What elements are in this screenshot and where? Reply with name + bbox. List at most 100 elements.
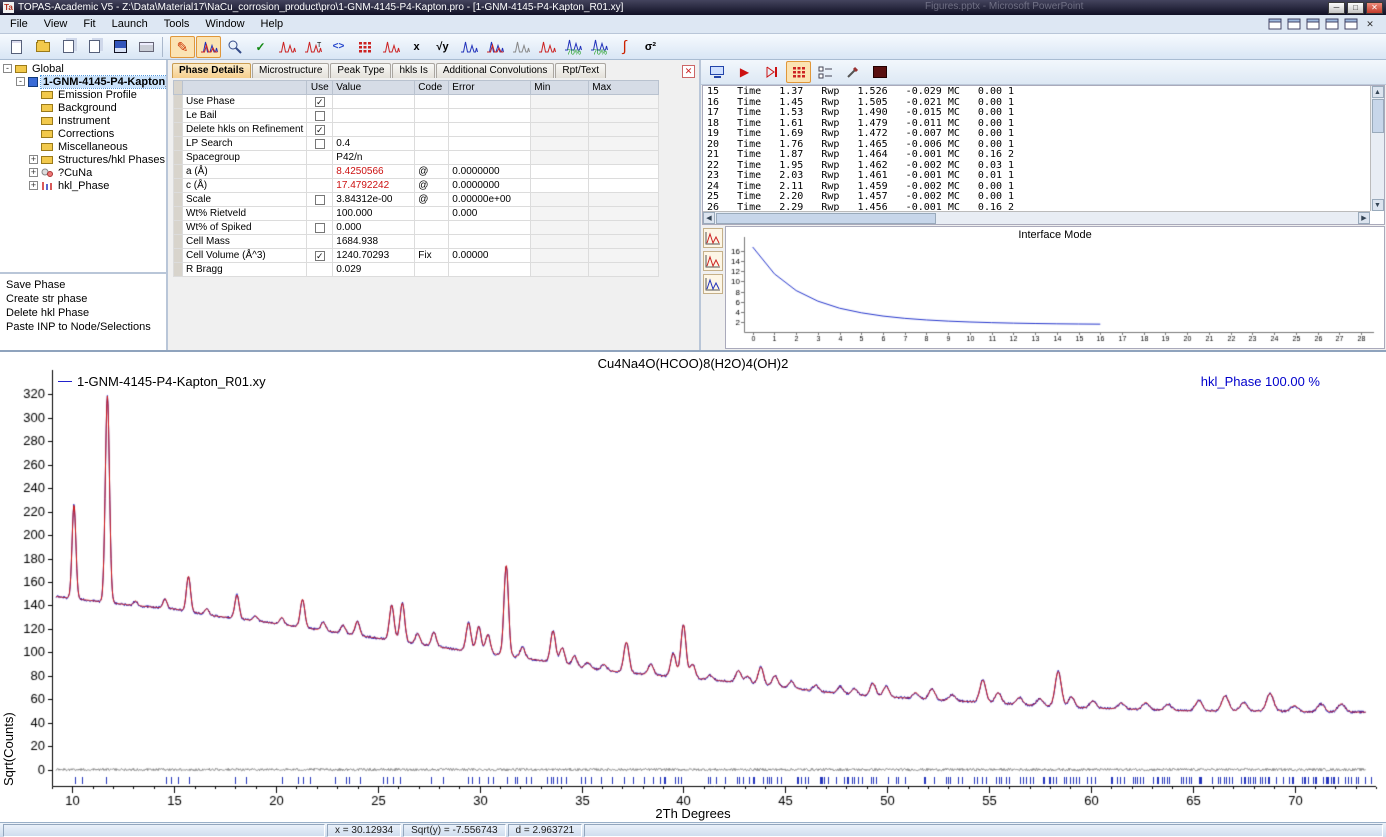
min-cell[interactable]	[531, 249, 589, 263]
min-cell[interactable]	[531, 207, 589, 221]
convergence-mode-icon[interactable]	[703, 274, 723, 294]
value-cell[interactable]: 0.000	[333, 221, 415, 235]
code-cell[interactable]	[415, 95, 449, 109]
menu-file[interactable]: File	[2, 16, 36, 32]
code-cell[interactable]: @	[415, 165, 449, 179]
min-cell[interactable]	[531, 151, 589, 165]
error-cell[interactable]: 0.000	[449, 207, 531, 221]
sqrt-y-mode-icon[interactable]: √y	[430, 36, 455, 58]
stop-dark-icon[interactable]	[867, 61, 892, 83]
grid-values-icon[interactable]	[352, 36, 377, 58]
code-cell[interactable]	[415, 207, 449, 221]
max-cell[interactable]	[589, 179, 659, 193]
tree-item-cuna[interactable]: +?CuNa	[0, 166, 166, 179]
run-refinement-icon[interactable]	[196, 36, 221, 58]
code-cell[interactable]	[415, 123, 449, 137]
min-cell[interactable]	[531, 221, 589, 235]
use-checkbox[interactable]: ✓	[315, 97, 325, 107]
menu-launch[interactable]: Launch	[104, 16, 156, 32]
max-cell[interactable]	[589, 221, 659, 235]
code-cell[interactable]: @	[415, 179, 449, 193]
code-cell[interactable]	[415, 151, 449, 165]
code-cell[interactable]	[415, 221, 449, 235]
code-cell[interactable]	[415, 235, 449, 249]
maximize-button[interactable]: □	[1347, 2, 1364, 14]
peaks-gray-icon[interactable]	[508, 36, 533, 58]
max-cell[interactable]	[589, 193, 659, 207]
select-items-icon[interactable]	[813, 61, 838, 83]
min-cell[interactable]	[531, 235, 589, 249]
error-cell[interactable]	[449, 95, 531, 109]
max-cell[interactable]	[589, 235, 659, 249]
panel-close-icon[interactable]: ✕	[682, 65, 695, 78]
error-cell[interactable]	[449, 109, 531, 123]
code-cell[interactable]: @	[415, 193, 449, 207]
value-cell[interactable]	[333, 95, 415, 109]
tree-item-emission-profile[interactable]: Emission Profile	[0, 88, 166, 101]
hscroll-thumb[interactable]	[716, 213, 936, 224]
step-button[interactable]	[759, 61, 784, 83]
max-cell[interactable]	[589, 109, 659, 123]
error-cell[interactable]: 0.0000000	[449, 179, 531, 193]
max-cell[interactable]	[589, 165, 659, 179]
value-cell[interactable]: 0.4	[333, 137, 415, 151]
max-cell[interactable]	[589, 207, 659, 221]
print-icon[interactable]	[134, 36, 159, 58]
sigma2-icon[interactable]: σ²	[638, 36, 663, 58]
peaks-overlay-icon[interactable]	[482, 36, 507, 58]
expand-icon[interactable]: +	[29, 155, 38, 164]
interface-mode-icon[interactable]	[705, 61, 730, 83]
expand-icon[interactable]: +	[29, 181, 38, 190]
scroll-down-icon[interactable]: ▼	[1372, 199, 1384, 211]
collapse-icon[interactable]: -	[16, 77, 25, 86]
toggle-view-icon[interactable]	[1343, 13, 1359, 35]
close-view-icon[interactable]: ✕	[1362, 13, 1378, 35]
max-cell[interactable]	[589, 123, 659, 137]
use-checkbox[interactable]	[315, 139, 325, 149]
tab-additional-convolutions[interactable]: Additional Convolutions	[436, 63, 555, 78]
use-checkbox[interactable]: ✓	[315, 125, 325, 135]
min-cell[interactable]	[531, 95, 589, 109]
action-delete-hkl-phase[interactable]: Delete hkl Phase	[2, 306, 164, 320]
value-cell[interactable]	[333, 123, 415, 137]
error-cell[interactable]	[449, 123, 531, 137]
use-checkbox[interactable]	[315, 111, 325, 121]
min-cell[interactable]	[531, 137, 589, 151]
convergence-cycle-icon[interactable]	[703, 251, 723, 271]
error-cell[interactable]	[449, 151, 531, 165]
use-checkbox[interactable]	[315, 223, 325, 233]
error-cell[interactable]	[449, 235, 531, 249]
zoom-peaks-icon[interactable]	[222, 36, 247, 58]
min-cell[interactable]	[531, 193, 589, 207]
temperature-run-icon[interactable]: T	[300, 36, 325, 58]
pick-values-icon[interactable]	[840, 61, 865, 83]
new-window-icon[interactable]	[1267, 13, 1283, 35]
peaks-red-icon[interactable]	[274, 36, 299, 58]
value-cell[interactable]: 1240.70293	[333, 249, 415, 263]
run-button[interactable]: ▶	[732, 61, 757, 83]
tree-item-background[interactable]: Background	[0, 101, 166, 114]
zoom-70pct-icon[interactable]: 70%	[560, 36, 585, 58]
value-cell[interactable]: 1684.938	[333, 235, 415, 249]
value-cell[interactable]: 8.4250566	[333, 165, 415, 179]
import-file-icon[interactable]	[56, 36, 81, 58]
error-cell[interactable]	[449, 137, 531, 151]
code-cell[interactable]	[415, 137, 449, 151]
tree-item-instrument[interactable]: Instrument	[0, 114, 166, 127]
new-file-icon[interactable]	[4, 36, 29, 58]
menu-help[interactable]: Help	[253, 16, 292, 32]
use-checkbox[interactable]	[315, 195, 325, 205]
value-cell[interactable]: 0.029	[333, 263, 415, 277]
tree-item-hkl-phase[interactable]: +hkl_Phase	[0, 179, 166, 192]
log-horizontal-scrollbar[interactable]: ◀ ▶	[703, 211, 1370, 224]
convergence-chart[interactable]: Interface Mode	[725, 226, 1385, 349]
max-cell[interactable]	[589, 95, 659, 109]
tree-item-1-gnm-4145-p4-kapton-r01-xy[interactable]: -1-GNM-4145-P4-Kapton_R01.xy	[0, 75, 166, 88]
tree-item-corrections[interactable]: Corrections	[0, 127, 166, 140]
min-cell[interactable]	[531, 165, 589, 179]
tab-rpt-text[interactable]: Rpt/Text	[555, 63, 606, 78]
save-icon[interactable]	[108, 36, 133, 58]
tree-item-miscellaneous[interactable]: Miscellaneous	[0, 140, 166, 153]
code-cell[interactable]	[415, 109, 449, 123]
min-cell[interactable]	[531, 179, 589, 193]
